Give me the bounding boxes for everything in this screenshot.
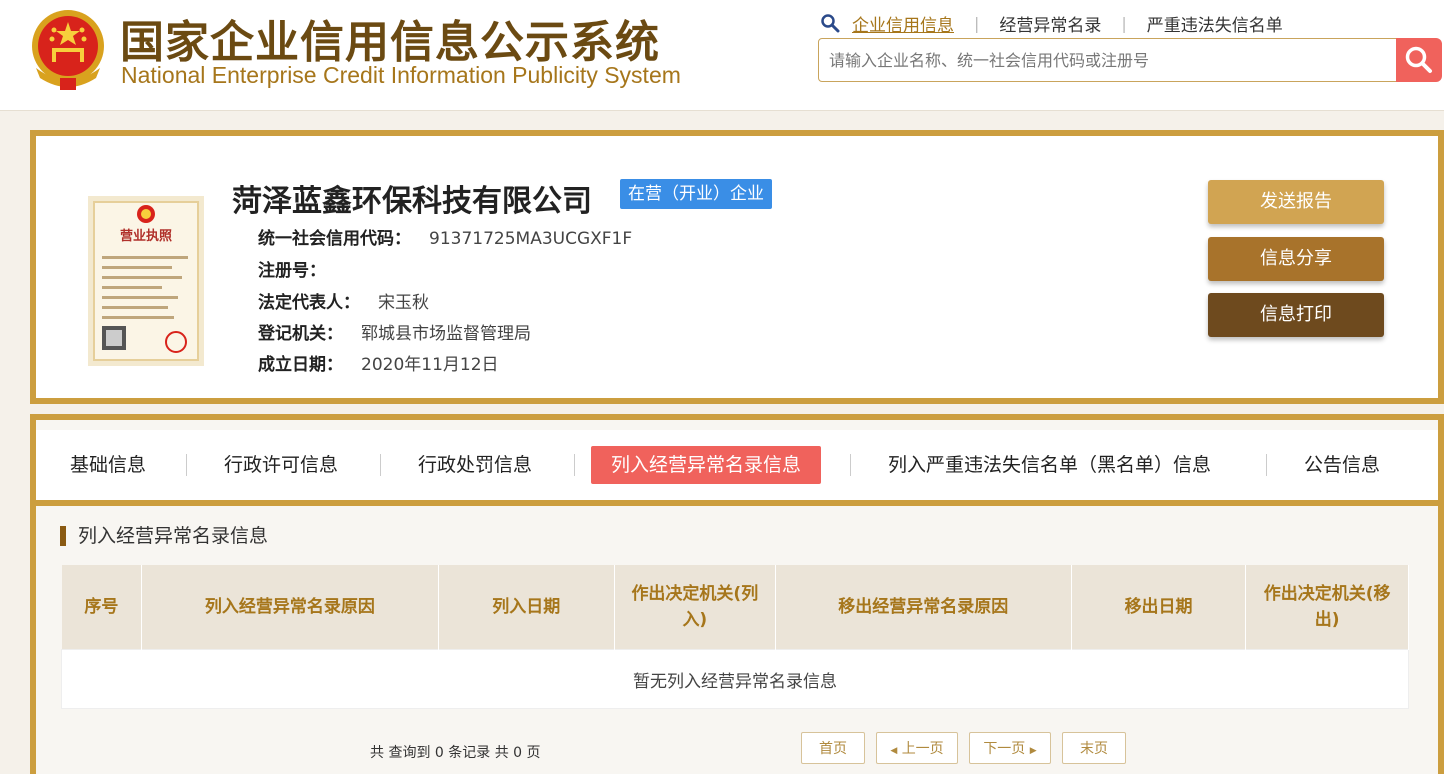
tab-divider	[574, 454, 575, 476]
field-value: 郓城县市场监督管理局	[361, 324, 531, 344]
column-header: 序号	[61, 565, 143, 650]
caret-left-icon: ◀	[890, 746, 898, 756]
site-title-en: National Enterprise Credit Information P…	[121, 62, 681, 88]
info-row-authority: 登记机关： 郓城县市场监督管理局	[258, 319, 531, 344]
next-page-button[interactable]: 下一页 ▶	[969, 732, 1051, 764]
send-report-button[interactable]: 发送报告	[1208, 180, 1384, 224]
field-value: 91371725MA3UCGXF1F	[429, 229, 633, 249]
top-nav: 企业信用信息 | 经营异常名录 | 严重违法失信名单	[820, 11, 1283, 36]
info-row-legal-rep: 法定代表人： 宋玉秋	[258, 288, 429, 313]
column-header: 列入经营异常名录原因	[141, 565, 439, 650]
nav-divider: |	[1121, 13, 1127, 33]
tab-blacklist[interactable]: 列入严重违法失信名单（黑名单）信息	[888, 446, 1211, 484]
info-row-reg-no: 注册号：	[258, 256, 344, 281]
abnormal-records-table: 序号 列入经营异常名录原因 列入日期 作出决定机关(列入) 移出经营异常名录原因…	[61, 565, 1409, 709]
first-page-button[interactable]: 首页	[801, 732, 865, 764]
tab-bar: 基础信息 行政许可信息 行政处罚信息 列入经营异常名录信息 列入严重违法失信名单…	[36, 430, 1438, 506]
nav-abnormal-list[interactable]: 经营异常名录	[999, 11, 1101, 36]
company-card: 营业执照 菏泽蓝鑫环保科技有限公司 在营（开业）企业 统一社会信用代码： 9137…	[30, 130, 1444, 404]
column-header: 移出日期	[1071, 565, 1247, 650]
nav-credit-info[interactable]: 企业信用信息	[852, 11, 954, 36]
field-value: 2020年11月12日	[361, 355, 499, 375]
empty-state-text: 暂无列入经营异常名录信息	[61, 649, 1409, 709]
tab-divider	[380, 454, 381, 476]
column-header: 列入日期	[438, 565, 616, 650]
field-label: 登记机关：	[258, 324, 343, 344]
detail-panel: 基础信息 行政许可信息 行政处罚信息 列入经营异常名录信息 列入严重违法失信名单…	[30, 414, 1444, 774]
business-license-image: 营业执照	[88, 196, 204, 366]
print-button[interactable]: 信息打印	[1208, 293, 1384, 337]
field-label: 统一社会信用代码：	[258, 229, 411, 249]
section-title: 列入经营异常名录信息	[60, 526, 268, 546]
search-icon	[1405, 46, 1432, 73]
nav-divider: |	[974, 13, 980, 33]
search-box	[818, 38, 1398, 82]
tab-announcements[interactable]: 公告信息	[1304, 446, 1380, 484]
status-badge: 在营（开业）企业	[620, 179, 772, 209]
prev-page-button[interactable]: ◀ 上一页	[876, 732, 958, 764]
pager-summary: 共 查询到 0 条记录 共 0 页	[370, 745, 541, 761]
column-header: 移出经营异常名录原因	[775, 565, 1072, 650]
nav-blacklist[interactable]: 严重违法失信名单	[1147, 11, 1283, 36]
table-row: 暂无列入经营异常名录信息	[61, 649, 1409, 709]
last-page-button[interactable]: 末页	[1062, 732, 1126, 764]
search-button[interactable]	[1396, 38, 1442, 82]
company-name: 菏泽蓝鑫环保科技有限公司	[232, 184, 592, 219]
search-icon	[821, 14, 840, 33]
site-title-cn: 国家企业信用信息公示系统	[120, 17, 660, 68]
column-header: 作出决定机关(移出)	[1245, 565, 1409, 650]
caret-right-icon: ▶	[1029, 746, 1037, 756]
field-label: 成立日期：	[258, 355, 343, 375]
national-emblem-icon	[32, 10, 104, 90]
tab-divider	[1266, 454, 1267, 476]
info-row-credit-code: 统一社会信用代码： 91371725MA3UCGXF1F	[258, 224, 632, 249]
table-header-row: 序号 列入经营异常名录原因 列入日期 作出决定机关(列入) 移出经营异常名录原因…	[61, 565, 1409, 650]
tab-divider	[850, 454, 851, 476]
field-label: 注册号：	[258, 261, 326, 281]
next-page-label: 下一页	[983, 741, 1026, 757]
search-input[interactable]	[827, 39, 1391, 81]
tab-abnormal-list[interactable]: 列入经营异常名录信息	[591, 446, 822, 484]
share-button[interactable]: 信息分享	[1208, 237, 1384, 281]
tab-license-info[interactable]: 行政许可信息	[224, 446, 338, 484]
column-header: 作出决定机关(列入)	[614, 565, 776, 650]
prev-page-label: 上一页	[901, 741, 944, 757]
tab-divider	[186, 454, 187, 476]
field-label: 法定代表人：	[258, 293, 360, 313]
license-title: 营业执照	[120, 228, 172, 244]
field-value: 宋玉秋	[378, 293, 429, 313]
tab-basic-info[interactable]: 基础信息	[70, 446, 146, 484]
tab-penalty-info[interactable]: 行政处罚信息	[418, 446, 532, 484]
site-header: 国家企业信用信息公示系统 National Enterprise Credit …	[0, 0, 1444, 111]
info-row-founded: 成立日期： 2020年11月12日	[258, 350, 499, 375]
